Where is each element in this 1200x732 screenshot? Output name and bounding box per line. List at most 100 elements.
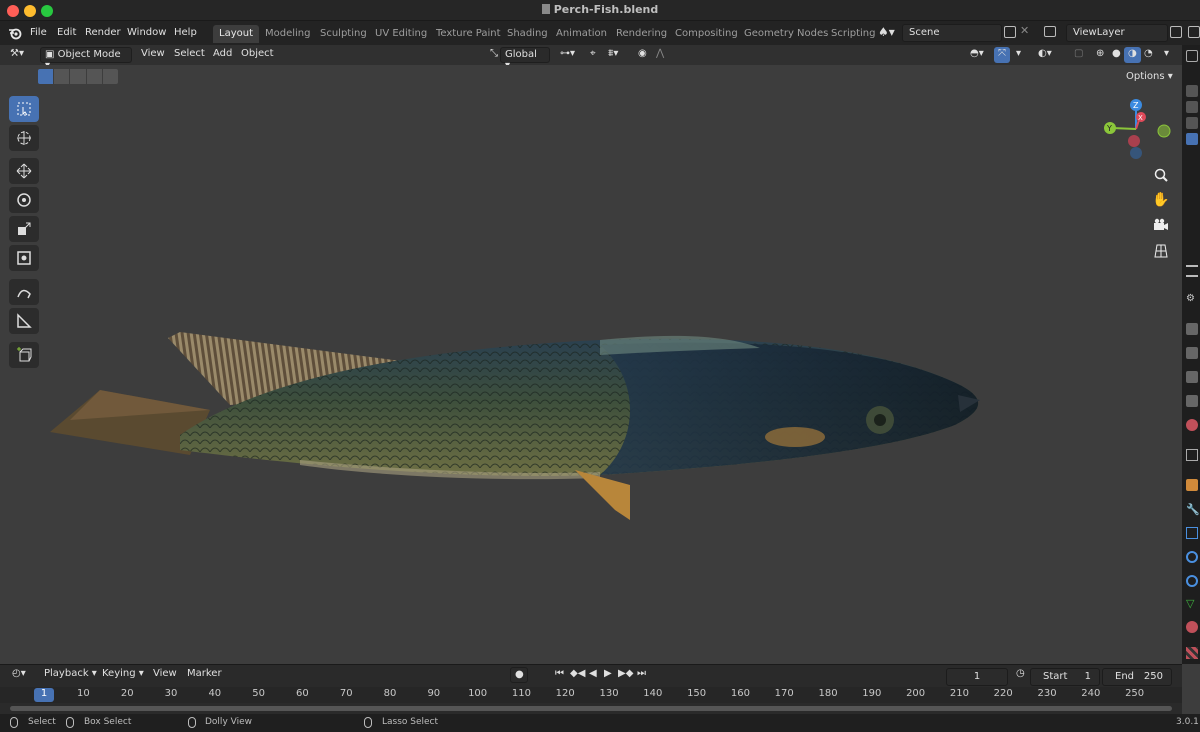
tab-scripting[interactable]: Scripting xyxy=(825,25,881,43)
navigation-gizmo[interactable]: Z X Y xyxy=(1098,95,1174,163)
tab-uv-editing[interactable]: UV Editing xyxy=(369,25,433,43)
measure-tool[interactable] xyxy=(9,308,39,334)
menu-select[interactable]: Select xyxy=(170,47,209,63)
select-new-icon[interactable] xyxy=(38,69,54,84)
add-cube-tool[interactable] xyxy=(9,342,39,368)
zoom-view-button[interactable] xyxy=(1150,164,1172,186)
new-scene-icon[interactable] xyxy=(1004,26,1016,38)
jump-end-icon[interactable]: ⏭ xyxy=(633,667,650,683)
scale-tool[interactable] xyxy=(9,216,39,242)
camera-view-button[interactable] xyxy=(1150,214,1172,236)
solid-shading-icon[interactable]: ● xyxy=(1108,47,1125,63)
scrollbar-thumb[interactable] xyxy=(10,706,1172,711)
neg-x-axis-icon[interactable] xyxy=(1128,135,1140,147)
play-reverse-icon[interactable]: ◀ xyxy=(585,667,601,683)
snap-icon[interactable]: ⌖ xyxy=(586,47,600,63)
timeline-scrollbar[interactable] xyxy=(0,703,1182,714)
select-box-tool[interactable] xyxy=(9,96,39,122)
start-frame-field[interactable]: Start 1 xyxy=(1030,668,1100,686)
scene-field[interactable]: Scene xyxy=(902,24,1002,42)
menu-file[interactable]: File xyxy=(30,27,47,38)
render-icon[interactable] xyxy=(1186,323,1198,335)
modifier-icon[interactable]: 🔧 xyxy=(1186,503,1200,516)
options-dropdown[interactable]: Options ▾ xyxy=(1122,70,1177,86)
scene-properties-icon[interactable] xyxy=(1186,395,1198,407)
select-intersect-icon[interactable] xyxy=(102,69,119,84)
preview-range-icon[interactable]: ◷ xyxy=(1012,667,1029,683)
mode-select[interactable]: ▣ Object Mode ▾ xyxy=(40,47,132,71)
object-icon[interactable] xyxy=(1186,479,1198,491)
move-tool[interactable] xyxy=(9,158,39,184)
tab-animation[interactable]: Animation xyxy=(550,25,613,43)
perspective-toggle-button[interactable] xyxy=(1150,240,1172,262)
menu-object[interactable]: Object xyxy=(237,47,278,63)
wireframe-shading-icon[interactable]: ⊕ xyxy=(1092,47,1108,63)
delete-scene-icon[interactable]: ✕ xyxy=(1020,24,1029,37)
tab-sculpting[interactable]: Sculpting xyxy=(314,25,373,43)
particles-icon[interactable] xyxy=(1186,527,1198,539)
camera-icon[interactable] xyxy=(1186,101,1198,113)
camera-icon[interactable] xyxy=(1186,85,1198,97)
new-viewlayer-icon[interactable] xyxy=(1170,26,1182,38)
visibility-icon[interactable]: ◓▾ xyxy=(966,47,988,63)
select-invert-icon[interactable] xyxy=(86,69,102,84)
view-layer-icon[interactable] xyxy=(1186,371,1198,383)
frame-ruler[interactable]: 1 10 20 30 40 50 60 70 80 90 100 110 120 130 140 150 160… xyxy=(0,687,1182,703)
material-shading-icon[interactable]: ◑ xyxy=(1124,47,1141,63)
falloff-icon[interactable]: ⋀ xyxy=(652,47,668,63)
cursor-tool[interactable] xyxy=(9,125,39,151)
collection-icon[interactable] xyxy=(1186,449,1198,461)
select-extend-icon[interactable] xyxy=(54,69,70,84)
menu-keying[interactable]: Keying ▾ xyxy=(98,667,148,683)
tab-geometry-nodes[interactable]: Geometry Nodes xyxy=(738,25,834,43)
pan-view-button[interactable]: ✋ xyxy=(1150,189,1172,211)
gizmo-toggle-icon[interactable]: ⤧ xyxy=(994,47,1010,63)
tool-settings-icon[interactable]: ⚙ xyxy=(1186,293,1198,305)
menu-window[interactable]: Window xyxy=(127,27,166,38)
delete-viewlayer-icon[interactable] xyxy=(1188,26,1200,38)
camera-icon[interactable] xyxy=(1186,117,1198,129)
editor-type-icon[interactable]: ⚒▾ xyxy=(6,47,28,63)
rendered-shading-icon[interactable]: ◔ xyxy=(1140,47,1157,63)
material-icon[interactable] xyxy=(1186,621,1198,633)
perch-fish-model[interactable] xyxy=(40,260,990,520)
neg-y-axis-icon[interactable] xyxy=(1157,124,1171,138)
pivot-point-icon[interactable]: ⊶▾ xyxy=(556,47,579,63)
menu-edit[interactable]: Edit xyxy=(57,27,76,38)
tab-modeling[interactable]: Modeling xyxy=(259,25,317,43)
transform-tool[interactable] xyxy=(9,245,39,271)
outliner-icon[interactable] xyxy=(1186,50,1198,62)
menu-add[interactable]: Add xyxy=(209,47,236,63)
menu-marker[interactable]: Marker xyxy=(183,667,226,683)
texture-icon[interactable] xyxy=(1186,647,1198,659)
viewlayer-icon[interactable] xyxy=(1044,26,1056,37)
blender-logo-icon[interactable] xyxy=(8,26,22,40)
physics-icon[interactable] xyxy=(1186,551,1198,563)
world-icon[interactable] xyxy=(1186,419,1198,431)
overlays-icon[interactable]: ◐▾ xyxy=(1034,47,1056,63)
camera-icon[interactable] xyxy=(1186,133,1198,145)
tab-texture-paint[interactable]: Texture Paint xyxy=(430,25,507,43)
annotate-tool[interactable] xyxy=(9,279,39,305)
proportional-edit-icon[interactable]: ◉ xyxy=(634,47,651,63)
menu-playback[interactable]: Playback ▾ xyxy=(40,667,101,683)
tab-shading[interactable]: Shading xyxy=(501,25,554,43)
menu-view[interactable]: View xyxy=(137,47,169,63)
3d-viewport[interactable]: Options ▾ Z X Y ✋ xyxy=(0,65,1182,664)
output-icon[interactable] xyxy=(1186,347,1198,359)
neg-z-axis-icon[interactable] xyxy=(1130,147,1142,159)
shading-dropdown-icon[interactable]: ▾ xyxy=(1160,47,1173,63)
menu-render[interactable]: Render xyxy=(85,27,121,38)
auto-keying-button[interactable]: ● xyxy=(510,667,528,683)
gizmo-dropdown-icon[interactable]: ▾ xyxy=(1012,47,1025,63)
menu-help[interactable]: Help xyxy=(174,27,197,38)
orientation-select[interactable]: Global ▾ xyxy=(500,47,550,71)
current-frame-field[interactable]: 1 xyxy=(946,668,1008,686)
xray-icon[interactable]: ▢ xyxy=(1070,47,1087,63)
viewlayer-field[interactable]: ViewLayer xyxy=(1066,24,1168,42)
tab-compositing[interactable]: Compositing xyxy=(669,25,744,43)
properties-icon[interactable] xyxy=(1186,265,1198,277)
menu-timeline-view[interactable]: View xyxy=(149,667,181,683)
tab-layout[interactable]: Layout xyxy=(213,25,259,43)
timeline-editor-type-icon[interactable]: ◴▾ xyxy=(8,667,30,683)
